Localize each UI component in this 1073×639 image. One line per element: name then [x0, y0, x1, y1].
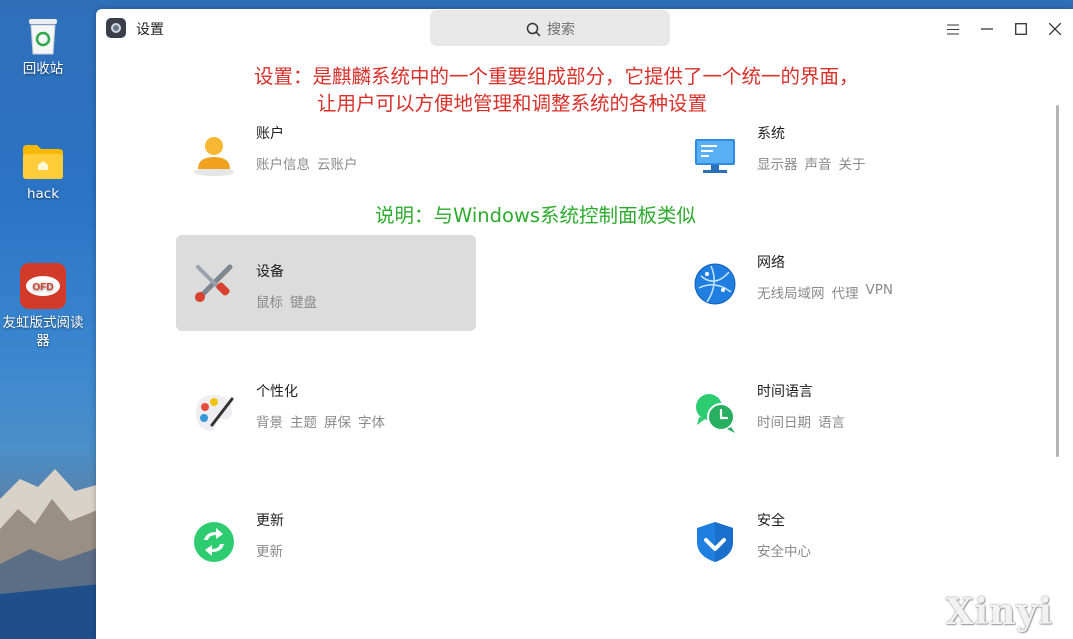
category-title: 时间语言 — [757, 384, 813, 400]
desktop-icon-label: hack — [26, 186, 60, 202]
settings-window: 设置 搜索 设置：是麒麟系统中的一个重要组成部分，它提供了一个统一的界面， 让用… — [96, 9, 1073, 639]
monitor-icon — [695, 139, 735, 173]
category-time-language[interactable]: 时间语言 时间日期 语言 — [677, 377, 977, 445]
category-title: 网络 — [757, 255, 785, 271]
vertical-scrollbar[interactable] — [1056, 105, 1059, 457]
folder-icon — [23, 145, 63, 179]
svg-text:OFD: OFD — [32, 282, 53, 293]
sub-link[interactable]: 声音 — [805, 153, 832, 173]
account-icon — [194, 137, 234, 176]
sub-link[interactable]: 键盘 — [290, 291, 317, 311]
category-title: 个性化 — [256, 384, 298, 400]
search-placeholder: 搜索 — [547, 22, 575, 38]
search-input[interactable]: 搜索 — [430, 10, 670, 46]
desktop-icon-label: 友虹版式阅读器 — [2, 315, 84, 349]
category-system[interactable]: 系统 显示器 声音 关于 — [677, 119, 977, 187]
desktop-icon-label: 回收站 — [22, 61, 64, 77]
trash-icon — [29, 19, 57, 55]
sub-link[interactable]: 显示器 — [757, 153, 798, 173]
category-devices[interactable]: 设备 鼠标 键盘 — [176, 235, 476, 331]
sub-link[interactable]: 代理 — [832, 282, 859, 302]
category-title: 系统 — [757, 126, 785, 142]
category-title: 更新 — [256, 513, 284, 529]
sub-link[interactable]: 关于 — [839, 153, 866, 173]
globe-icon — [694, 263, 736, 305]
sub-link[interactable]: VPN — [866, 282, 893, 302]
window-title: 设置 — [136, 22, 164, 38]
category-title: 安全 — [757, 513, 785, 529]
sub-link[interactable]: 背景 — [256, 411, 283, 431]
category-update[interactable]: 更新 更新 — [176, 506, 476, 574]
desktop-wallpaper-mountain — [0, 469, 100, 639]
annotation-line1: 设置：是麒麟系统中的一个重要组成部分，它提供了一个统一的界面， — [254, 65, 859, 88]
sub-link[interactable]: 安全中心 — [757, 540, 811, 560]
sub-link[interactable]: 屏保 — [324, 411, 351, 431]
shield-icon — [697, 522, 733, 562]
category-network[interactable]: 网络 无线局域网 代理 VPN — [677, 248, 977, 316]
sub-link[interactable]: 更新 — [256, 540, 283, 560]
sub-link[interactable]: 主题 — [290, 411, 317, 431]
category-title: 账户 — [256, 126, 284, 142]
sub-link[interactable]: 鼠标 — [256, 291, 283, 311]
annotation-line2: 让用户可以方便地管理和调整系统的各种设置 — [317, 92, 708, 115]
sub-link[interactable]: 语言 — [818, 411, 845, 431]
search-icon — [526, 22, 541, 37]
desktop-icon-folder[interactable]: hack — [0, 143, 88, 203]
category-title: 设备 — [256, 264, 284, 280]
annotation-note: 说明：与Windows系统控制面板类似 — [375, 204, 697, 227]
sub-link[interactable]: 无线局域网 — [757, 282, 825, 302]
settings-app-icon — [106, 18, 126, 38]
watermark: Xinyi — [945, 591, 1053, 633]
sub-link[interactable]: 账户信息 — [256, 153, 310, 173]
reader-app-icon: OFD — [20, 263, 66, 309]
category-security[interactable]: 安全 安全中心 — [677, 506, 977, 574]
update-icon — [194, 522, 234, 562]
title-bar: 设置 搜索 — [96, 9, 1073, 49]
category-personalization[interactable]: 个性化 背景 主题 屏保 字体 — [176, 377, 476, 445]
minimize-icon[interactable] — [977, 19, 997, 39]
sub-link[interactable]: 时间日期 — [757, 411, 811, 431]
desktop-icon-trash[interactable]: 回收站 — [0, 14, 88, 78]
sub-link[interactable]: 云账户 — [317, 153, 358, 173]
close-icon[interactable] — [1045, 19, 1065, 39]
sub-link[interactable]: 字体 — [358, 411, 385, 431]
maximize-icon[interactable] — [1011, 19, 1031, 39]
palette-icon — [196, 395, 234, 431]
category-account[interactable]: 账户 账户信息 云账户 — [176, 119, 476, 187]
tools-icon — [195, 264, 233, 302]
clock-chat-icon — [696, 394, 735, 433]
menu-icon[interactable] — [943, 19, 963, 39]
desktop-icon-reader[interactable]: OFD 友虹版式阅读器 — [0, 262, 88, 350]
